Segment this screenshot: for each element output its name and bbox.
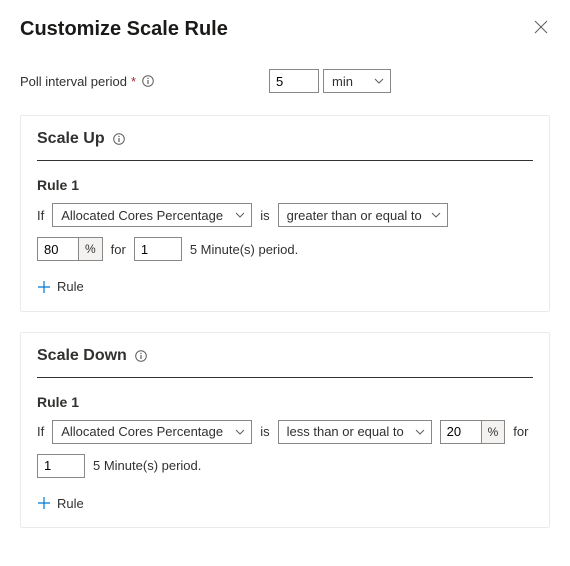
plus-icon	[37, 496, 51, 510]
threshold-wrap: %	[440, 420, 506, 444]
chevron-down-icon	[374, 78, 384, 84]
operator-select[interactable]: less than or equal to	[278, 420, 432, 444]
is-text: is	[260, 424, 269, 439]
chevron-down-icon	[235, 212, 245, 218]
period-suffix: 5 Minute(s) period.	[190, 242, 298, 257]
metric-select[interactable]: Allocated Cores Percentage	[52, 203, 252, 227]
info-icon[interactable]	[142, 75, 154, 87]
operator-select[interactable]: greater than or equal to	[278, 203, 448, 227]
poll-interval-label: Poll interval period	[20, 74, 127, 89]
metric-select[interactable]: Allocated Cores Percentage	[52, 420, 252, 444]
poll-interval-input[interactable]	[269, 69, 319, 93]
metric-value: Allocated Cores Percentage	[61, 424, 223, 439]
for-text: for	[111, 242, 126, 257]
period-input[interactable]	[134, 237, 182, 261]
add-rule-button[interactable]: Rule	[37, 279, 84, 294]
rule-label: Rule 1	[37, 177, 533, 193]
if-text: If	[37, 208, 44, 223]
scale-down-card: Scale Down Rule 1 If Allocated Cores Per…	[20, 332, 550, 529]
scale-up-card: Scale Up Rule 1 If Allocated Cores Perce…	[20, 115, 550, 312]
scale-down-title: Scale Down	[37, 347, 127, 365]
add-rule-button[interactable]: Rule	[37, 496, 84, 511]
operator-value: less than or equal to	[287, 424, 404, 439]
threshold-wrap: %	[37, 237, 103, 261]
is-text: is	[260, 208, 269, 223]
add-rule-label: Rule	[57, 496, 84, 511]
percent-unit: %	[481, 421, 505, 443]
scale-up-title: Scale Up	[37, 130, 105, 148]
page-title: Customize Scale Rule	[20, 18, 228, 41]
chevron-down-icon	[235, 429, 245, 435]
close-icon[interactable]	[532, 18, 550, 36]
if-text: If	[37, 424, 44, 439]
percent-unit: %	[78, 238, 102, 260]
metric-value: Allocated Cores Percentage	[61, 208, 223, 223]
operator-value: greater than or equal to	[287, 208, 422, 223]
poll-unit-value: min	[332, 74, 353, 89]
info-icon[interactable]	[135, 350, 147, 362]
chevron-down-icon	[415, 429, 425, 435]
threshold-input[interactable]	[441, 421, 481, 443]
threshold-input[interactable]	[38, 238, 78, 260]
period-suffix: 5 Minute(s) period.	[93, 458, 201, 473]
plus-icon	[37, 280, 51, 294]
required-marker: *	[131, 74, 136, 89]
info-icon[interactable]	[113, 133, 125, 145]
rule-label: Rule 1	[37, 394, 533, 410]
add-rule-label: Rule	[57, 279, 84, 294]
for-text: for	[513, 424, 528, 439]
period-input[interactable]	[37, 454, 85, 478]
chevron-down-icon	[431, 212, 441, 218]
poll-unit-select[interactable]: min	[323, 69, 391, 93]
